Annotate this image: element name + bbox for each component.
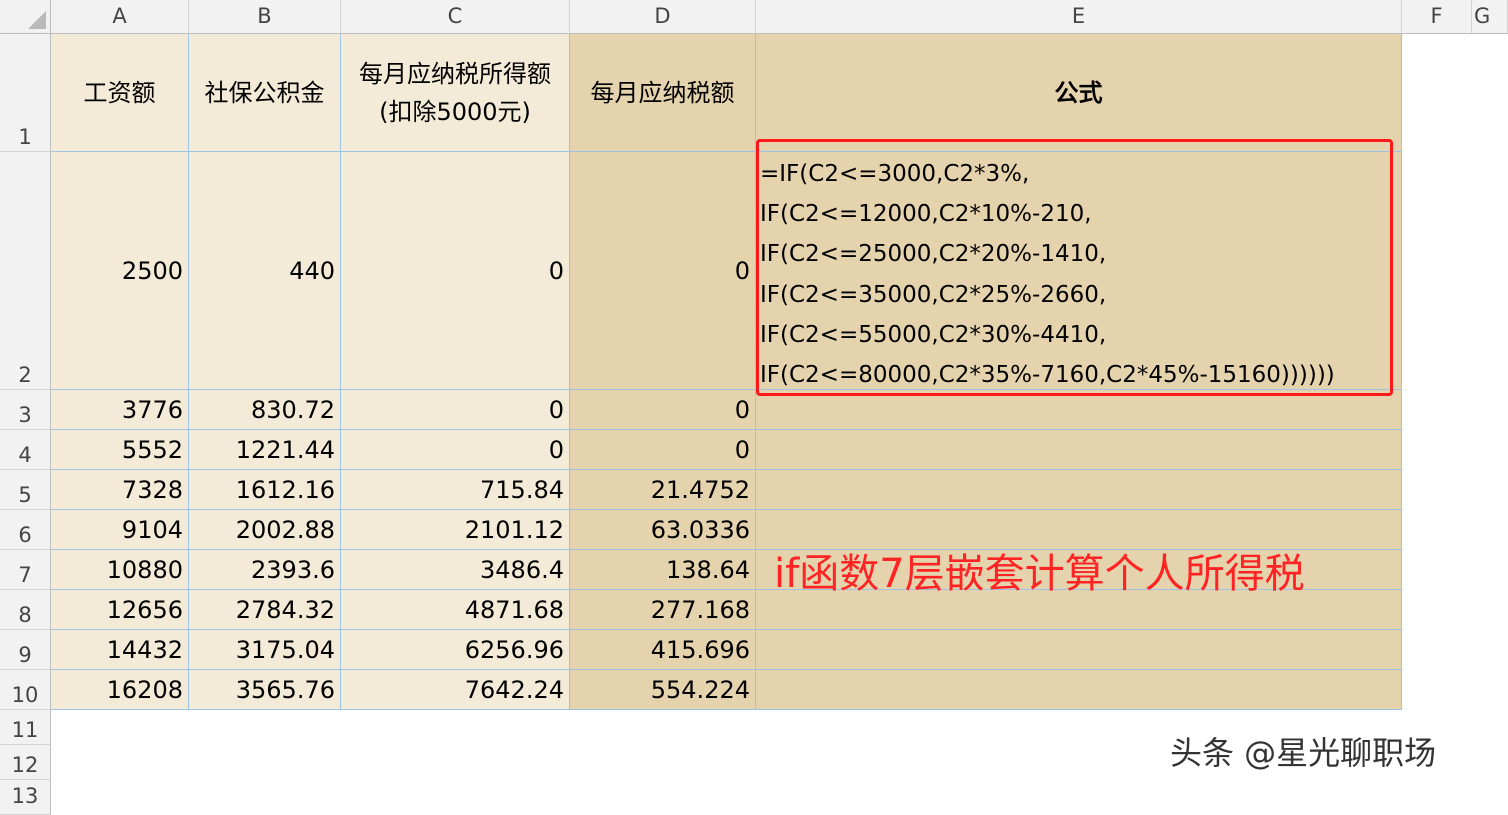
cell-tax[interactable]: 138.64 <box>570 550 756 590</box>
row-header-10[interactable]: 10 <box>0 670 51 710</box>
cell-social[interactable]: 830.72 <box>189 390 341 430</box>
row-header-4[interactable]: 4 <box>0 430 51 470</box>
header-formula[interactable]: 公式 <box>756 34 1402 152</box>
cell-taxable[interactable]: 0 <box>341 390 570 430</box>
annotation-caption: if函数7层嵌套计算个人所得税 <box>774 551 1305 597</box>
cell-taxable[interactable]: 6256.96 <box>341 630 570 670</box>
cell-taxable[interactable]: 4871.68 <box>341 590 570 630</box>
header-taxable-income[interactable]: 每月应纳税所得额 (扣除5000元) <box>341 34 570 152</box>
cell-tax[interactable]: 0 <box>570 152 756 390</box>
cell-social[interactable]: 3175.04 <box>189 630 341 670</box>
header-taxable-income-line1: 每月应纳税所得额 <box>359 59 551 88</box>
cell-tax[interactable]: 0 <box>570 430 756 470</box>
row-header-6[interactable]: 6 <box>0 510 51 550</box>
cell-tax[interactable]: 63.0336 <box>570 510 756 550</box>
cell-tax[interactable]: 21.4752 <box>570 470 756 510</box>
header-monthly-tax[interactable]: 每月应纳税额 <box>570 34 756 152</box>
cell-taxable[interactable]: 3486.4 <box>341 550 570 590</box>
column-header-f[interactable]: F <box>1402 0 1472 34</box>
header-social-insurance[interactable]: 社保公积金 <box>189 34 341 152</box>
cell-taxable[interactable]: 7642.24 <box>341 670 570 710</box>
row-header-12[interactable]: 12 <box>0 745 51 780</box>
select-all-triangle-icon <box>28 11 46 29</box>
watermark: 头条 @星光聊职场 <box>1170 734 1437 772</box>
cell-formula[interactable] <box>756 390 1402 430</box>
column-header-g[interactable]: G <box>1472 0 1508 34</box>
spreadsheet: A B C D E F G 1 2 3 4 5 6 7 8 9 10 11 12… <box>0 0 1508 815</box>
row-header-11[interactable]: 11 <box>0 710 51 745</box>
cell-salary[interactable]: 16208 <box>51 670 189 710</box>
cell-salary[interactable]: 14432 <box>51 630 189 670</box>
row-header-8[interactable]: 8 <box>0 590 51 630</box>
row-header-7[interactable]: 7 <box>0 550 51 590</box>
cell-salary[interactable]: 12656 <box>51 590 189 630</box>
row-header-9[interactable]: 9 <box>0 630 51 670</box>
cell-salary[interactable]: 9104 <box>51 510 189 550</box>
cell-salary[interactable]: 7328 <box>51 470 189 510</box>
row-header-2[interactable]: 2 <box>0 152 51 390</box>
cell-salary[interactable]: 2500 <box>51 152 189 390</box>
cell-tax[interactable]: 554.224 <box>570 670 756 710</box>
column-header-b[interactable]: B <box>189 0 341 34</box>
cell-social[interactable]: 1612.16 <box>189 470 341 510</box>
cell-tax[interactable]: 415.696 <box>570 630 756 670</box>
column-header-e[interactable]: E <box>756 0 1402 34</box>
header-salary[interactable]: 工资额 <box>51 34 189 152</box>
column-header-a[interactable]: A <box>51 0 189 34</box>
row-header-5[interactable]: 5 <box>0 470 51 510</box>
row-header-13[interactable]: 13 <box>0 780 51 815</box>
cell-taxable[interactable]: 2101.12 <box>341 510 570 550</box>
cell-formula[interactable] <box>756 470 1402 510</box>
cell-taxable[interactable]: 0 <box>341 430 570 470</box>
cell-social[interactable]: 1221.44 <box>189 430 341 470</box>
column-header-d[interactable]: D <box>570 0 756 34</box>
formula-highlight-box <box>756 139 1393 396</box>
column-header-c[interactable]: C <box>341 0 570 34</box>
cell-taxable[interactable]: 0 <box>341 152 570 390</box>
cell-formula[interactable] <box>756 630 1402 670</box>
cell-salary[interactable]: 3776 <box>51 390 189 430</box>
row-header-3[interactable]: 3 <box>0 390 51 430</box>
cell-tax[interactable]: 0 <box>570 390 756 430</box>
header-taxable-income-line2: (扣除5000元) <box>379 97 531 126</box>
cell-formula[interactable] <box>756 670 1402 710</box>
cell-salary[interactable]: 10880 <box>51 550 189 590</box>
cell-social[interactable]: 3565.76 <box>189 670 341 710</box>
cell-formula[interactable] <box>756 430 1402 470</box>
cell-social[interactable]: 2393.6 <box>189 550 341 590</box>
cell-social[interactable]: 2002.88 <box>189 510 341 550</box>
row-header-1[interactable]: 1 <box>0 34 51 152</box>
cell-social[interactable]: 2784.32 <box>189 590 341 630</box>
cell-tax[interactable]: 277.168 <box>570 590 756 630</box>
cell-taxable[interactable]: 715.84 <box>341 470 570 510</box>
select-all-corner[interactable] <box>0 0 51 34</box>
cell-social[interactable]: 440 <box>189 152 341 390</box>
cell-salary[interactable]: 5552 <box>51 430 189 470</box>
